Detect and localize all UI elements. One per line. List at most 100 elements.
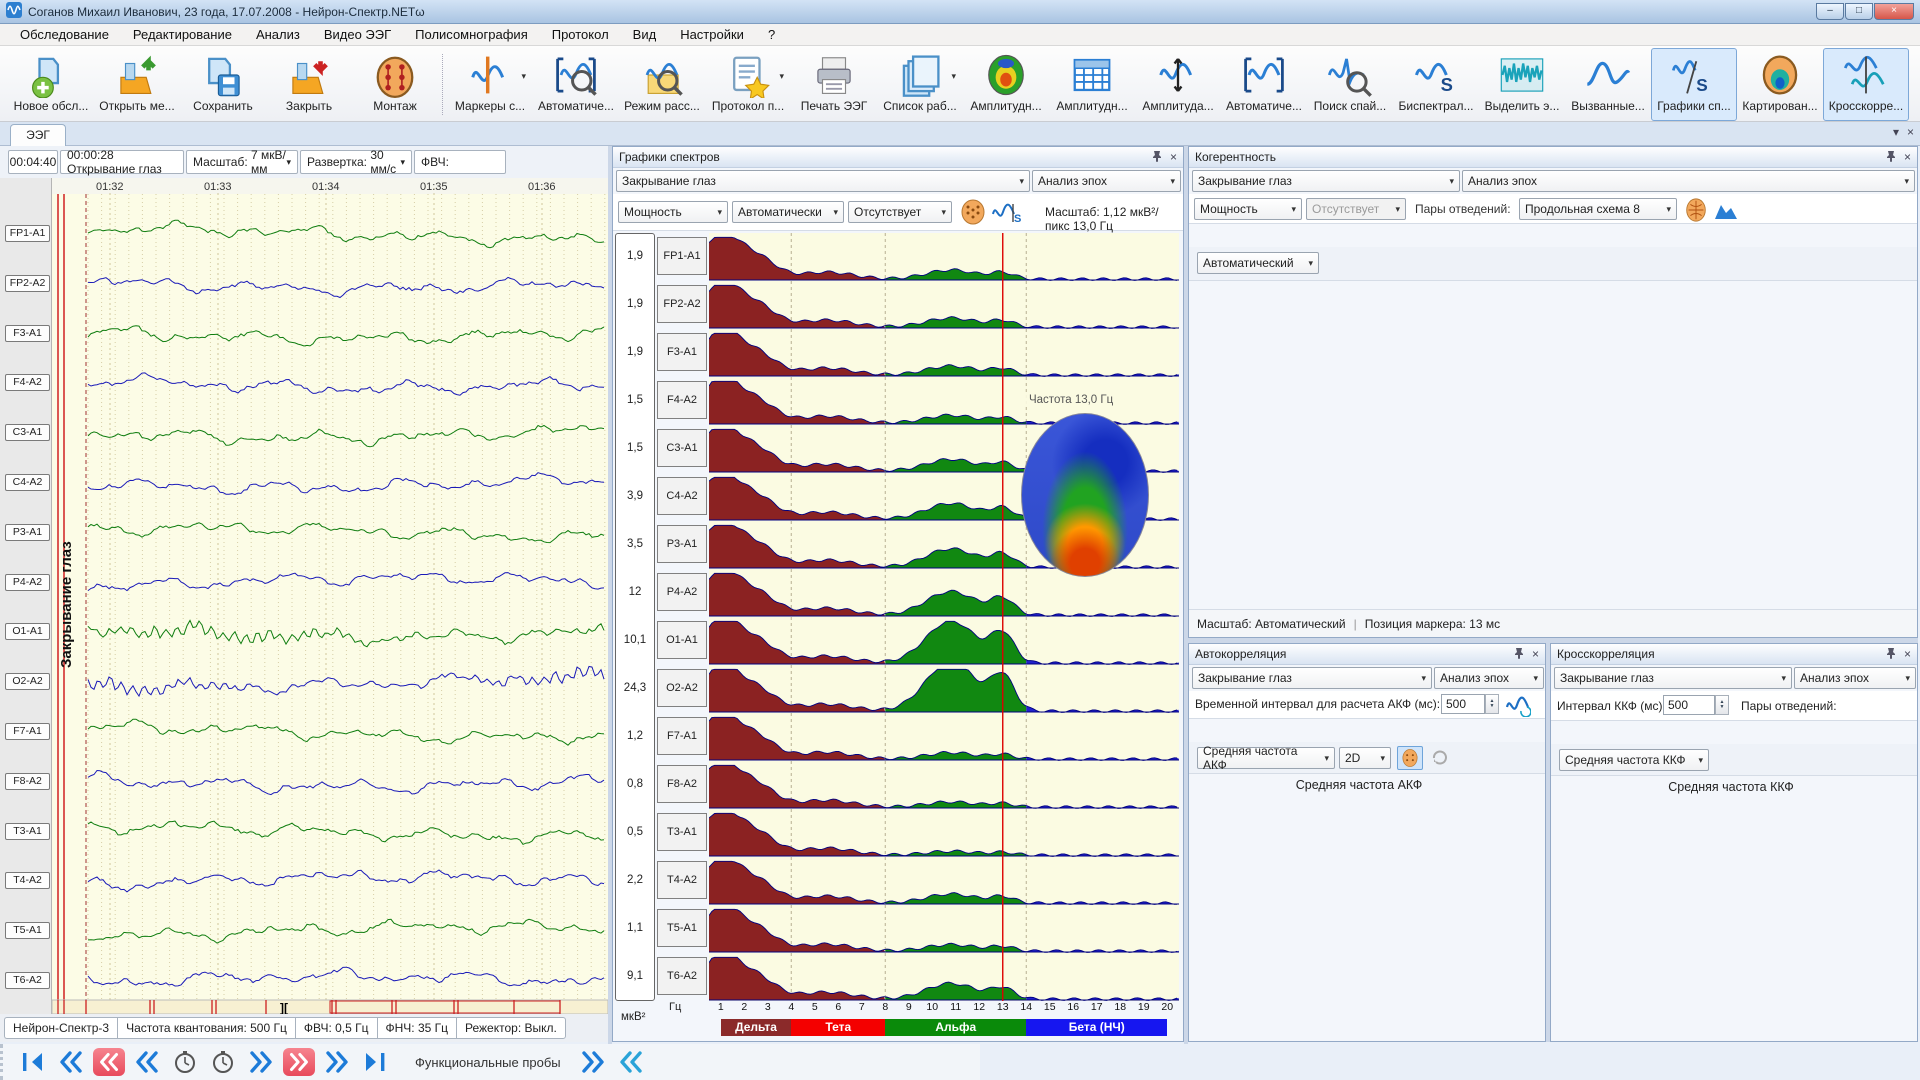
toolbar-button-14[interactable]: Автоматиче... <box>1221 48 1307 121</box>
spectra-condition-combo[interactable]: Закрывание глаз▾ <box>616 170 1030 192</box>
close-tab-icon[interactable]: × <box>1907 125 1914 139</box>
toolbar-button-4[interactable]: Монтаж <box>352 48 438 121</box>
spectra-plot[interactable] <box>709 233 1179 1001</box>
toolbar-button-12[interactable]: Амплитудн... <box>1049 48 1135 121</box>
toolbar-button-6[interactable]: Автоматиче... <box>533 48 619 121</box>
autocorr-epoch-combo[interactable]: Анализ эпох▾ <box>1434 667 1544 689</box>
crosscorr-epoch-combo[interactable]: Анализ эпох▾ <box>1794 667 1916 689</box>
prev-trial-button[interactable] <box>615 1048 647 1076</box>
next-page-button[interactable] <box>321 1048 353 1076</box>
prev-event-button[interactable] <box>93 1048 125 1076</box>
close-panel-icon[interactable]: × <box>1904 150 1911 164</box>
akf-view-combo[interactable]: 2D▾ <box>1339 747 1391 769</box>
spectra-channel-F3-A1[interactable]: F3-A1 <box>657 333 707 371</box>
spectra-channel-F8-A2[interactable]: F8-A2 <box>657 765 707 803</box>
toolbar-button-16[interactable]: SБиспектрал... <box>1393 48 1479 121</box>
spectra-channel-T4-A2[interactable]: T4-A2 <box>657 861 707 899</box>
menu-item-8[interactable]: ? <box>756 25 787 44</box>
toolbar-button-10[interactable]: Список раб...▾ <box>877 48 963 121</box>
go-end-button[interactable] <box>359 1048 391 1076</box>
toolbar-button-0[interactable]: Новое обсл... <box>8 48 94 121</box>
akf-interval-input[interactable]: 500 <box>1441 694 1485 714</box>
toolbar-button-5[interactable]: Маркеры с...▾ <box>447 48 533 121</box>
kkf-metric-combo[interactable]: Средняя частота ККФ▾ <box>1559 749 1709 771</box>
pin-icon[interactable] <box>1886 647 1896 662</box>
toolbar-button-7[interactable]: Режим расс... <box>619 48 705 121</box>
spectra-channel-FP1-A1[interactable]: FP1-A1 <box>657 237 707 275</box>
menu-item-0[interactable]: Обследование <box>8 25 121 44</box>
eeg-sweep-combo[interactable]: Развертка: 30 мм/с▾ <box>300 150 412 174</box>
spectra-channel-O1-A1[interactable]: O1-A1 <box>657 621 707 659</box>
menu-item-2[interactable]: Анализ <box>244 25 312 44</box>
pin-icon[interactable] <box>1514 647 1524 662</box>
chevron-down-icon[interactable]: ▾ <box>1893 125 1899 139</box>
eeg-traces[interactable]: 01:3201:3301:3401:3501:36][ <box>0 178 608 1014</box>
spectra-channel-F4-A2[interactable]: F4-A2 <box>657 381 707 419</box>
spectra-channel-T5-A1[interactable]: T5-A1 <box>657 909 707 947</box>
spectra-channel-T3-A1[interactable]: T3-A1 <box>657 813 707 851</box>
toolbar-button-17[interactable]: Выделить э... <box>1479 48 1565 121</box>
coherence-condition-combo[interactable]: Закрывание глаз▾ <box>1192 170 1460 192</box>
spectra-channel-T6-A2[interactable]: T6-A2 <box>657 957 707 995</box>
coherence-power-combo[interactable]: Мощность▾ <box>1194 198 1302 220</box>
spectra-channel-F7-A1[interactable]: F7-A1 <box>657 717 707 755</box>
spectra-channel-C4-A2[interactable]: C4-A2 <box>657 477 707 515</box>
toolbar-button-18[interactable]: Вызванные... <box>1565 48 1651 121</box>
dropdown-arrow-icon[interactable]: ▾ <box>779 71 784 82</box>
spectra-power-combo[interactable]: Мощность▾ <box>618 201 728 223</box>
tab-eeg[interactable]: ЭЭГ <box>10 124 66 146</box>
timer-back-button[interactable] <box>169 1048 201 1076</box>
crosscorr-condition-combo[interactable]: Закрывание глаз▾ <box>1554 667 1792 689</box>
toolbar-button-9[interactable]: Печать ЭЭГ <box>791 48 877 121</box>
spectra-channel-FP2-A2[interactable]: FP2-A2 <box>657 285 707 323</box>
akf-calc-icon[interactable] <box>1505 693 1531 720</box>
spectra-channel-O2-A2[interactable]: O2-A2 <box>657 669 707 707</box>
toolbar-button-20[interactable]: Картирован... <box>1737 48 1823 121</box>
timer-forward-button[interactable] <box>207 1048 239 1076</box>
toolbar-button-2[interactable]: Сохранить <box>180 48 266 121</box>
spectra-channel-P3-A1[interactable]: P3-A1 <box>657 525 707 563</box>
next-fragment-button[interactable] <box>245 1048 277 1076</box>
refresh-icon[interactable] <box>1427 746 1453 770</box>
close-panel-icon[interactable]: × <box>1904 647 1911 661</box>
dropdown-arrow-icon[interactable]: ▾ <box>521 71 526 82</box>
kkf-interval-spinner[interactable]: ▲▼ <box>1715 695 1729 715</box>
close-button[interactable]: × <box>1874 3 1914 20</box>
akf-interval-spinner[interactable]: ▲▼ <box>1485 694 1499 714</box>
coherence-smoothing-combo[interactable]: Отсутствует▾ <box>1306 198 1406 220</box>
head-icon[interactable] <box>959 198 987 229</box>
toolbar-button-21[interactable]: Кросскорре... <box>1823 48 1909 121</box>
pin-icon[interactable] <box>1152 150 1162 165</box>
toolbar-button-1[interactable]: Открыть ме... <box>94 48 180 121</box>
close-panel-icon[interactable]: × <box>1170 150 1177 164</box>
toolbar-button-13[interactable]: Амплитуда... <box>1135 48 1221 121</box>
spectra-channel-C3-A1[interactable]: C3-A1 <box>657 429 707 467</box>
toolbar-button-11[interactable]: Амплитудн... <box>963 48 1049 121</box>
menu-item-5[interactable]: Протокол <box>540 25 621 44</box>
menu-item-3[interactable]: Видео ЭЭГ <box>312 25 403 44</box>
histogram-icon[interactable] <box>1713 199 1739 224</box>
spectra-scalemode-combo[interactable]: Автоматически▾ <box>732 201 844 223</box>
menu-item-4[interactable]: Полисомнография <box>403 25 540 44</box>
coherence-scheme-combo[interactable]: Продольная схема 8▾ <box>1519 198 1677 220</box>
spectra-smoothing-combo[interactable]: Отсутствует▾ <box>848 201 952 223</box>
coherence-scale-combo[interactable]: Автоматический▾ <box>1197 252 1319 274</box>
head-icon[interactable] <box>1683 197 1709 226</box>
toolbar-button-8[interactable]: Протокол п...▾ <box>705 48 791 121</box>
kkf-interval-input[interactable]: 500 <box>1663 695 1715 715</box>
spectra-epoch-combo[interactable]: Анализ эпох▾ <box>1032 170 1181 192</box>
akf-metric-combo[interactable]: Средняя частота АКФ▾ <box>1197 747 1335 769</box>
next-event-button[interactable] <box>283 1048 315 1076</box>
menu-item-7[interactable]: Настройки <box>668 25 756 44</box>
dropdown-arrow-icon[interactable]: ▾ <box>951 71 956 82</box>
toolbar-button-15[interactable]: Поиск спай... <box>1307 48 1393 121</box>
go-start-button[interactable] <box>17 1048 49 1076</box>
prev-fragment-button[interactable] <box>131 1048 163 1076</box>
minimize-button[interactable]: – <box>1816 3 1844 20</box>
coherence-epoch-combo[interactable]: Анализ эпох▾ <box>1462 170 1915 192</box>
maximize-button[interactable]: □ <box>1845 3 1873 20</box>
menu-item-1[interactable]: Редактирование <box>121 25 244 44</box>
toolbar-button-3[interactable]: Закрыть <box>266 48 352 121</box>
prev-page-button[interactable] <box>55 1048 87 1076</box>
autocorr-condition-combo[interactable]: Закрывание глаз▾ <box>1192 667 1432 689</box>
